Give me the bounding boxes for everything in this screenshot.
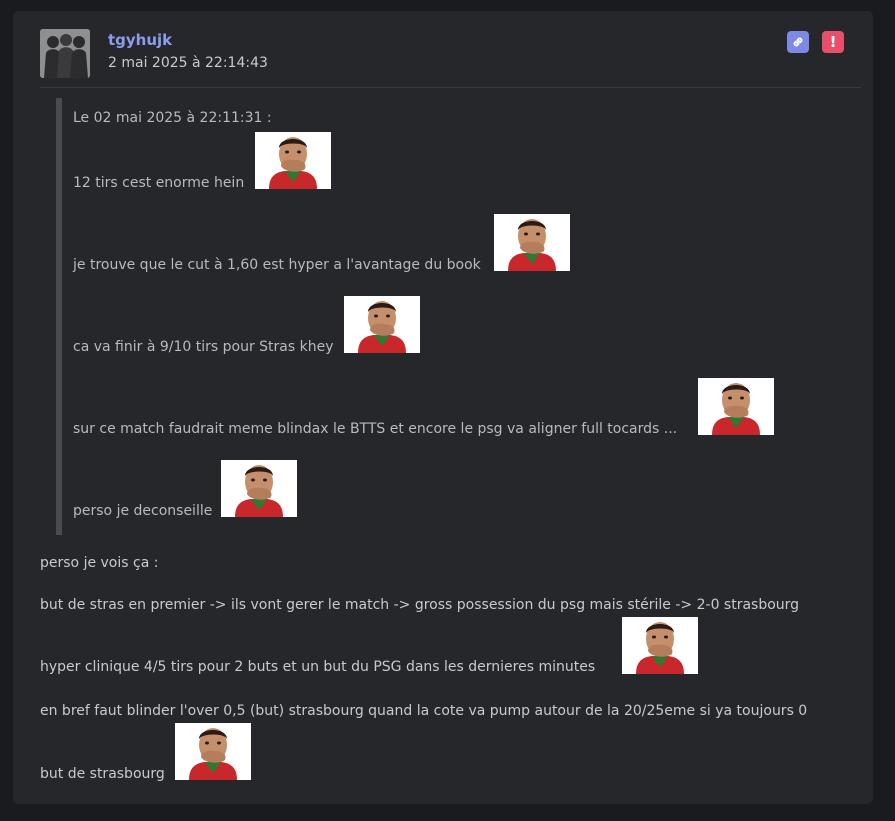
report-icon: ! (829, 33, 837, 51)
header-divider (40, 87, 861, 88)
cristiano-sticker-icon (698, 378, 774, 435)
body-line: but de strasbourg (40, 766, 165, 782)
permalink-button[interactable] (787, 31, 809, 53)
link-icon (793, 37, 803, 47)
post-date: 2 mai 2025 à 22:14:43 (108, 55, 268, 71)
quote-bar (56, 98, 62, 535)
cristiano-sticker-icon (344, 296, 420, 353)
cristiano-sticker-icon (175, 723, 251, 780)
quote-line: perso je deconseille (73, 503, 213, 519)
quote-line: je trouve que le cut à 1,60 est hyper a … (73, 257, 481, 273)
forum-post: tgyhujk 2 mai 2025 à 22:14:43 ! Le 02 ma… (13, 11, 873, 804)
cristiano-sticker-icon (622, 617, 698, 674)
author-username[interactable]: tgyhujk (108, 31, 172, 49)
quote-header: Le 02 mai 2025 à 22:11:31 : (73, 110, 272, 126)
cristiano-sticker-icon (221, 460, 297, 517)
cristiano-sticker-icon (255, 132, 331, 189)
cristiano-sticker-icon (494, 214, 570, 271)
report-button[interactable]: ! (822, 31, 844, 53)
quote-line: ca va finir à 9/10 tirs pour Stras khey (73, 339, 334, 355)
quote-line: sur ce match faudrait meme blindax le BT… (73, 421, 678, 437)
body-line: en bref faut blinder l'over 0,5 (but) st… (40, 703, 808, 719)
body-line: but de stras en premier -> ils vont gere… (40, 597, 800, 613)
body-line: perso je vois ça : (40, 555, 159, 571)
avatar[interactable] (40, 29, 90, 78)
quote-line: 12 tirs cest enorme hein (73, 175, 245, 191)
body-line: hyper clinique 4/5 tirs pour 2 buts et u… (40, 659, 596, 675)
